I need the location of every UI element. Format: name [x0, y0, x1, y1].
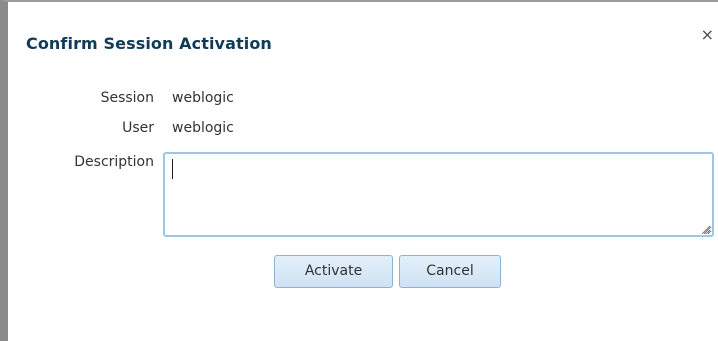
user-label: User — [122, 120, 154, 136]
description-label: Description — [74, 154, 154, 170]
cancel-button[interactable]: Cancel — [399, 255, 501, 288]
text-caret — [172, 159, 173, 179]
confirm-session-activation-dialog: Confirm Session Activation × Session web… — [0, 0, 718, 341]
close-icon[interactable]: × — [701, 27, 714, 43]
session-value: weblogic — [172, 90, 234, 106]
dialog-title: Confirm Session Activation — [26, 34, 272, 53]
user-value: weblogic — [172, 120, 234, 136]
activate-button[interactable]: Activate — [274, 255, 393, 288]
resize-grip-icon[interactable] — [700, 224, 710, 234]
session-label: Session — [100, 90, 154, 106]
description-field[interactable] — [163, 152, 714, 237]
